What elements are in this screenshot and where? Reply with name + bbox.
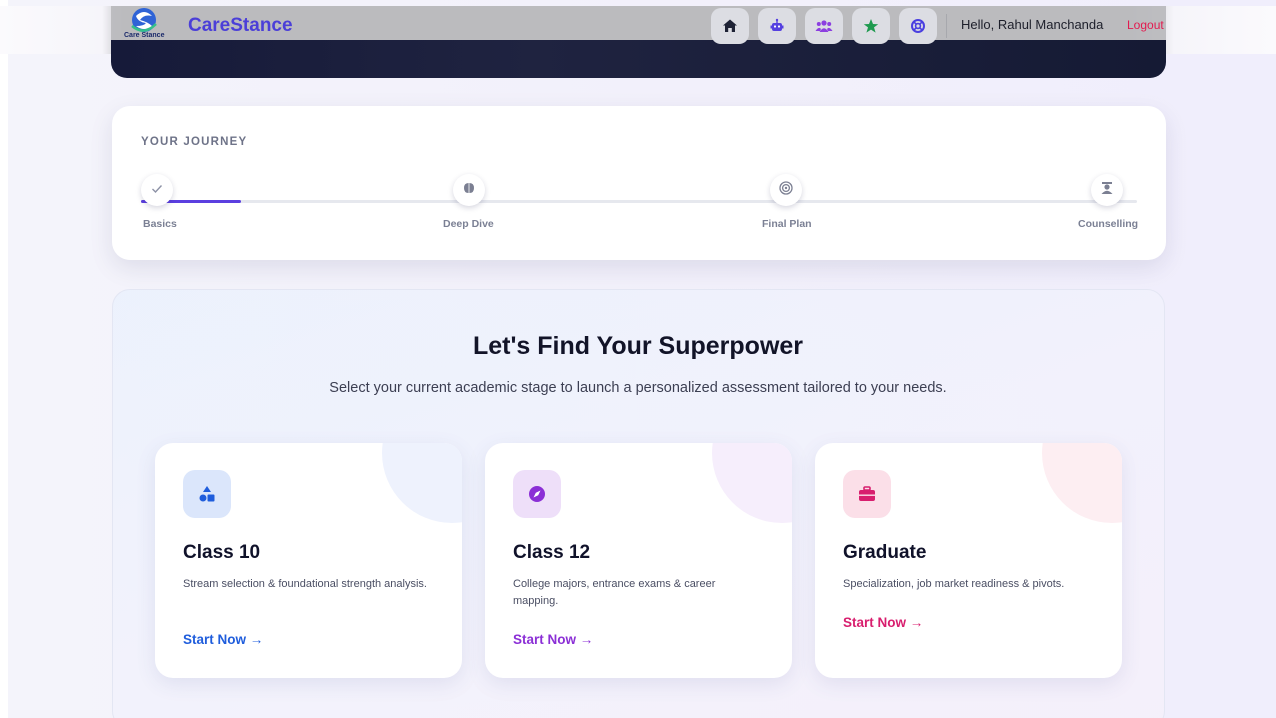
logout-link[interactable]: Logout <box>1127 18 1164 32</box>
card-description: College majors, entrance exams & career … <box>513 578 716 607</box>
brain-icon <box>463 181 475 199</box>
page-subtitle: Select your current academic stage to la… <box>329 380 947 396</box>
step-label-counselling: Counselling <box>1078 218 1139 230</box>
step-label-final-plan: Final Plan <box>762 218 812 230</box>
lifebuoy-icon[interactable] <box>899 8 937 44</box>
progress-track <box>141 200 1137 203</box>
card-class-10[interactable]: Class 10 Stream selection & foundational… <box>155 443 462 678</box>
star-icon[interactable] <box>852 8 890 44</box>
card-decoration <box>382 443 462 523</box>
card-description: Stream selection & foundational strength… <box>183 578 427 590</box>
logo-caption: Care Stance <box>124 32 165 39</box>
brand-name[interactable]: CareStance <box>188 15 293 37</box>
card-graduate[interactable]: Graduate Specialization, job market read… <box>815 443 1122 678</box>
target-icon <box>779 180 793 200</box>
journey-card: YOUR JOURNEY Basics Deep Dive Final Plan… <box>112 106 1166 260</box>
step-label-basics: Basics <box>143 218 177 230</box>
header-divider <box>946 14 947 38</box>
card-decoration <box>1042 443 1122 523</box>
briefcase-icon <box>843 470 891 518</box>
compass-icon <box>513 470 561 518</box>
card-class-12[interactable]: Class 12 College majors, entrance exams … <box>485 443 792 678</box>
start-now-link[interactable]: Start Now → <box>513 632 593 647</box>
hero-banner <box>111 40 1166 78</box>
check-icon <box>151 181 163 199</box>
robot-icon[interactable] <box>758 8 796 44</box>
step-final-plan[interactable] <box>770 174 802 206</box>
start-now-link[interactable]: Start Now → <box>183 632 263 647</box>
card-title: Class 12 <box>513 542 591 563</box>
step-basics[interactable] <box>141 174 173 206</box>
nav-icons <box>711 8 937 44</box>
page-title: Let's Find Your Superpower <box>472 332 804 360</box>
users-icon[interactable] <box>805 8 843 44</box>
card-decoration <box>712 443 792 523</box>
step-deep-dive[interactable] <box>453 174 485 206</box>
home-icon[interactable] <box>711 8 749 44</box>
step-label-deep-dive: Deep Dive <box>443 218 494 230</box>
shapes-icon <box>183 470 231 518</box>
user-greeting: Hello, Rahul Manchanda <box>961 17 1104 32</box>
counsellor-icon <box>1100 181 1114 200</box>
journey-title: YOUR JOURNEY <box>141 136 248 148</box>
logo-icon[interactable] <box>124 6 174 46</box>
card-description: Specialization, job market readiness & p… <box>843 578 1065 590</box>
step-counselling[interactable] <box>1091 174 1123 206</box>
start-now-link[interactable]: Start Now → <box>843 615 923 630</box>
card-title: Class 10 <box>183 542 261 563</box>
card-title: Graduate <box>843 542 927 563</box>
